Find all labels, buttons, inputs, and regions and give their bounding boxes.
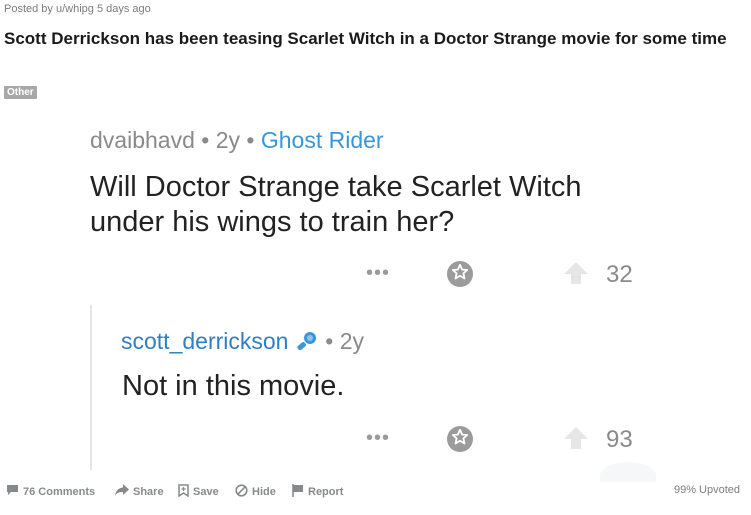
comment-1-score: 32: [606, 261, 633, 288]
comment-1-author[interactable]: dvaibhavd: [90, 127, 195, 153]
post-footer: 76 Comments Share Save Hide Report 99% U…: [6, 484, 746, 502]
comment-2-upvote-button[interactable]: [563, 425, 589, 456]
flag-icon: [292, 484, 304, 500]
report-label: Report: [308, 486, 344, 498]
decorative-bump: [600, 462, 656, 482]
hide-button[interactable]: Hide: [235, 484, 276, 500]
comments-button[interactable]: 76 Comments: [6, 484, 95, 499]
report-button[interactable]: Report: [292, 484, 343, 500]
hide-circle-slash-icon: [235, 484, 248, 500]
comment-2-author[interactable]: scott_derrickson: [121, 328, 288, 354]
comment-1-user-flair: Ghost Rider: [260, 127, 384, 153]
share-arrow-icon: [115, 484, 129, 499]
comment-1-upvote-button[interactable]: [563, 260, 589, 291]
posted-by: Posted by u/whipg 5 days ago: [4, 3, 151, 15]
comment-1-age: 2y: [215, 127, 240, 153]
save-button[interactable]: Save: [178, 484, 219, 500]
meta-separator: •: [201, 127, 210, 153]
comment-bubble-icon: [6, 484, 19, 499]
comment-1-award-button[interactable]: [447, 261, 473, 287]
star-award-icon: [451, 263, 469, 286]
upvote-arrow-icon: [563, 262, 589, 290]
save-label: Save: [193, 486, 219, 498]
comment-2-age: 2y: [339, 328, 364, 354]
hide-label: Hide: [252, 486, 276, 498]
comment-1-more-button[interactable]: •••: [366, 262, 390, 285]
meta-separator: •: [325, 328, 334, 354]
star-award-icon: [451, 428, 469, 451]
post-title[interactable]: Scott Derrickson has been teasing Scarle…: [4, 27, 734, 51]
bookmark-plus-icon: [178, 484, 189, 500]
comment-2-body: Not in this movie.: [122, 370, 345, 402]
comment-2-award-button[interactable]: [447, 426, 473, 452]
microphone-badge-icon: [295, 330, 319, 358]
comment-2-score: 93: [606, 426, 633, 453]
reply-thread-line[interactable]: [90, 305, 92, 470]
comment-1-body: Will Doctor Strange take Scarlet Witch u…: [90, 171, 582, 238]
share-label: Share: [133, 485, 164, 498]
share-button[interactable]: Share: [115, 484, 164, 499]
post-flair[interactable]: Other: [4, 86, 37, 99]
upvote-arrow-icon: [563, 427, 589, 455]
comment-1-meta: dvaibhavd • 2y • Ghost Rider: [90, 127, 384, 154]
upvote-ratio: 99% Upvoted: [673, 484, 740, 496]
comment-2-more-button[interactable]: •••: [366, 427, 390, 450]
comment-2-meta: scott_derrickson • 2y: [121, 328, 364, 358]
comments-count: 76 Comments: [23, 485, 96, 498]
meta-separator: •: [246, 127, 255, 153]
